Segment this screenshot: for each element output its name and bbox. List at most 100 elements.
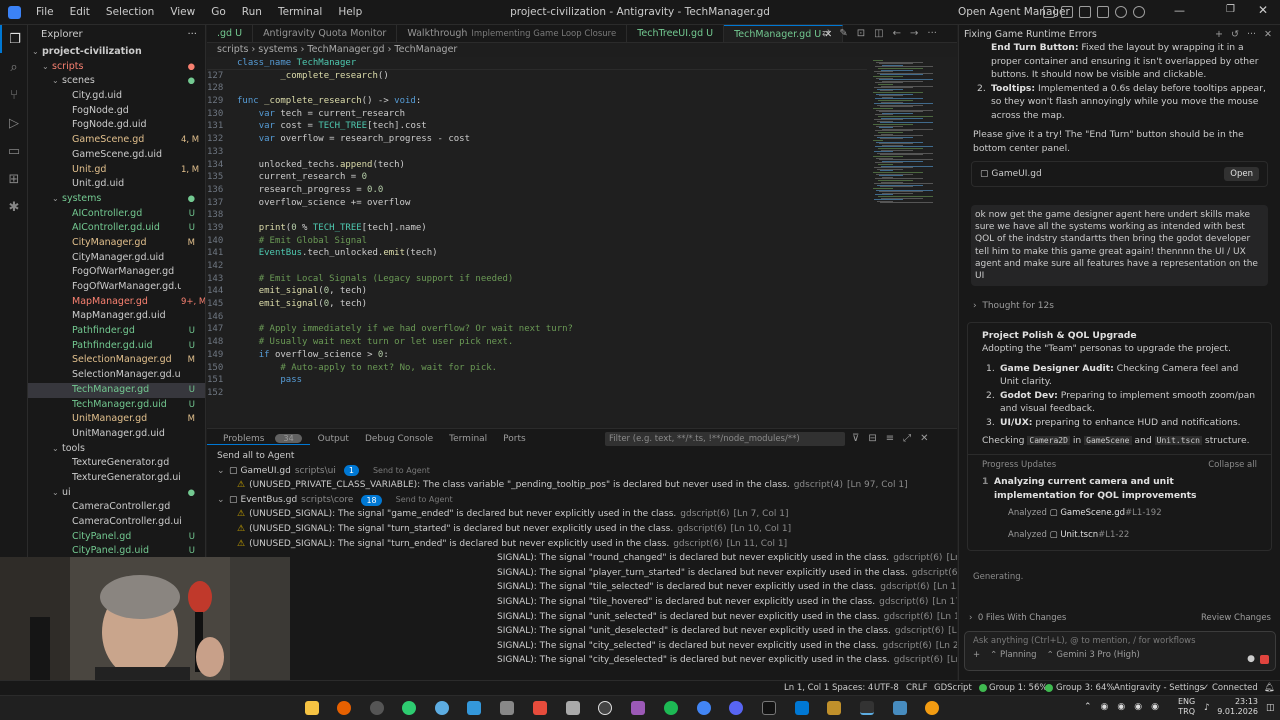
add-context-icon[interactable]: + <box>973 650 980 660</box>
breadcrumb-item[interactable]: scripts <box>217 44 248 55</box>
chrome-icon[interactable] <box>697 701 711 715</box>
file-tree-item[interactable]: TextureGenerator.gd <box>28 456 205 471</box>
tray-app-icon[interactable]: ◉ <box>1117 702 1125 712</box>
file-tree-item[interactable]: TechManager.gd U <box>28 382 205 398</box>
send-all-to-agent-button[interactable]: Send all to Agent <box>207 449 957 464</box>
app-icon[interactable] <box>500 701 514 715</box>
file-tree-item[interactable]: City.gd.uid <box>28 89 205 104</box>
problem-item[interactable]: ⚠ (UNUSED_SIGNAL): The signal "turn_ended… <box>207 537 957 552</box>
file-tree-item[interactable]: FogOfWarManager.gd.uid <box>28 280 205 295</box>
agent-edit-icon[interactable]: ✎ <box>839 28 847 39</box>
menu-item-help[interactable]: Help <box>330 0 370 24</box>
tray-chevron-icon[interactable]: ⌃ <box>1084 702 1092 712</box>
breadcrumb-item[interactable]: TechManager <box>394 44 457 55</box>
problem-file-group[interactable]: ⌄ ▢ EventBus.gd scripts\core 18 Send to Agent <box>207 493 957 508</box>
tab-ports[interactable]: Ports <box>495 434 534 444</box>
chat-input-box[interactable]: Ask anything (Ctrl+L), @ to mention, / f… <box>964 631 1276 671</box>
problem-file-group[interactable]: ⌄ ▢ GameUI.gd scripts\ui 1 Send to Agent <box>207 464 957 479</box>
file-tree-item[interactable]: MapManager.gd 9+, M <box>28 295 205 310</box>
problem-item[interactable]: ⚠ (UNUSED_SIGNAL): The signal "game_ended… <box>207 507 957 522</box>
file-tree-item[interactable]: TechManager.gd.uid U <box>28 398 205 413</box>
problem-item[interactable]: SIGNAL): The signal "city_deselected" is… <box>207 653 957 668</box>
indentation[interactable]: Spaces: 4 <box>832 681 873 695</box>
minimap[interactable] <box>867 57 957 425</box>
menu-item-view[interactable]: View <box>162 0 203 24</box>
app-icon[interactable] <box>533 701 547 715</box>
settings-icon[interactable] <box>566 701 580 715</box>
obs-icon[interactable] <box>370 701 384 715</box>
layout-editor-icon[interactable] <box>1079 6 1091 18</box>
search-icon[interactable]: ⌕ <box>0 53 28 81</box>
clock-icon[interactable] <box>598 701 612 715</box>
tab-output[interactable]: Output <box>310 434 357 444</box>
extensions-icon[interactable]: ⊞ <box>0 165 28 193</box>
cursor-position[interactable]: Ln 1, Col 1 <box>784 681 829 695</box>
tray-app-icon[interactable]: ◉ <box>1101 702 1109 712</box>
minimize-icon[interactable]: — <box>1174 4 1185 17</box>
breadcrumb-item[interactable]: systems <box>258 44 297 55</box>
editor-tab[interactable]: .gd U <box>207 25 254 42</box>
telegram-icon[interactable] <box>467 701 481 715</box>
file-tree-item[interactable]: CityPanel.gd U <box>28 530 205 545</box>
connection-status[interactable]: Connected <box>1212 681 1258 695</box>
tab-debug-console[interactable]: Debug Console <box>357 434 441 444</box>
run-debug-icon[interactable]: ▷ <box>0 109 28 137</box>
file-tree-item[interactable]: UnitManager.gd.uid <box>28 427 205 442</box>
vscode-icon[interactable] <box>795 701 809 715</box>
layout-agent-icon[interactable] <box>1097 6 1109 18</box>
antigravity-icon[interactable] <box>860 701 874 715</box>
go-back-icon[interactable]: ← <box>893 28 901 39</box>
problem-item[interactable]: SIGNAL): The signal "unit_selected" is d… <box>207 610 957 625</box>
file-tree-item[interactable]: AIController.gd U <box>28 207 205 222</box>
code-editor[interactable]: class_name TechManager 127 _complete_res… <box>207 57 867 425</box>
file-tree-item[interactable]: FogNode.gd <box>28 104 205 119</box>
menu-item-file[interactable]: File <box>28 0 62 24</box>
menu-item-terminal[interactable]: Terminal <box>270 0 330 24</box>
godot-icon[interactable] <box>893 701 907 715</box>
file-explorer-icon[interactable] <box>305 701 319 715</box>
agent-more-icon[interactable]: ··· <box>1247 25 1256 45</box>
model-selector[interactable]: ⌃ Gemini 3 Pro (High) <box>1047 650 1140 660</box>
discord-icon[interactable] <box>729 701 743 715</box>
terminal-icon[interactable] <box>762 701 776 715</box>
problem-item[interactable]: SIGNAL): The signal "tile_selected" is d… <box>207 580 957 595</box>
file-tree-item[interactable]: CityManager.gd M <box>28 236 205 251</box>
collapse-all-button[interactable]: Collapse all <box>1208 459 1257 473</box>
antigravity-settings[interactable]: Antigravity - Settings <box>1114 681 1204 695</box>
input-language[interactable]: ENG TRQ <box>1178 697 1195 717</box>
open-changes-icon[interactable]: ⊡ <box>857 28 865 39</box>
spotify-icon[interactable] <box>664 701 678 715</box>
stop-generation-icon[interactable] <box>1260 655 1269 664</box>
editor-tab[interactable]: Walkthrough Implementing Game Loop Closur… <box>397 25 628 42</box>
agent-close-icon[interactable]: ✕ <box>1264 25 1272 45</box>
analyzed-item[interactable]: Analyzed ▢ Unit.tscn#L1-22 <box>968 524 1271 546</box>
file-tree-item[interactable]: UnitManager.gd M <box>28 412 205 427</box>
maximize-panel-icon[interactable]: ⤢ <box>903 433 911 444</box>
problem-item[interactable]: SIGNAL): The signal "tile_hovered" is de… <box>207 595 957 610</box>
editor-tab[interactable]: TechTreeUI.gd U <box>627 25 725 42</box>
file-tree-item[interactable]: TextureGenerator.gd.uid <box>28 471 205 486</box>
problem-item[interactable]: ⚠ (UNUSED_SIGNAL): The signal "turn_start… <box>207 522 957 537</box>
app-icon[interactable] <box>631 701 645 715</box>
menu-item-selection[interactable]: Selection <box>98 0 162 24</box>
explorer-icon[interactable]: ❐ <box>0 25 28 53</box>
menu-item-run[interactable]: Run <box>234 0 270 24</box>
menu-item-go[interactable]: Go <box>203 0 234 24</box>
maximize-icon[interactable]: ❐ <box>1226 4 1235 15</box>
file-tree-item[interactable]: Pathfinder.gd.uid U <box>28 339 205 354</box>
editor-tab[interactable]: Antigravity Quota Monitor <box>253 25 398 42</box>
problem-item[interactable]: SIGNAL): The signal "city_selected" is d… <box>207 639 957 654</box>
clock[interactable]: 23:13 9.01.2026 <box>1206 697 1258 717</box>
more-icon[interactable]: ··· <box>927 28 937 39</box>
split-editor-icon[interactable]: ◫ <box>874 28 883 39</box>
account-icon[interactable] <box>1133 6 1145 18</box>
close-panel-icon[interactable]: ✕ <box>920 433 928 444</box>
language-mode[interactable]: GDScript <box>934 681 972 695</box>
file-tree-item[interactable]: AIController.gd.uid U <box>28 221 205 236</box>
tab-terminal[interactable]: Terminal <box>441 434 495 444</box>
menu-item-edit[interactable]: Edit <box>62 0 98 24</box>
layout-panel-icon[interactable] <box>1061 6 1073 18</box>
notification-center-icon[interactable]: ◫ <box>1266 703 1275 713</box>
compare-icon[interactable]: ⇄ <box>822 28 830 39</box>
view-as-list-icon[interactable]: ≡ <box>886 433 894 444</box>
